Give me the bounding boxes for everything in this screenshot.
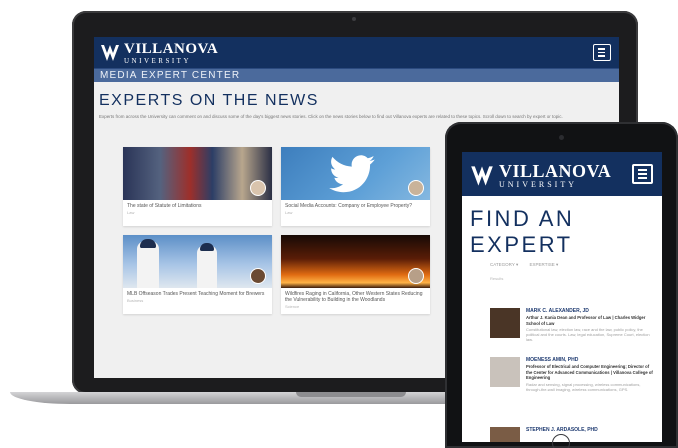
news-meta: Law — [127, 210, 135, 215]
news-caption: MLB Offseason Trades Present Teaching Mo… — [127, 291, 265, 297]
expert-photo — [490, 308, 520, 338]
logo-subtext: UNIVERSITY — [124, 56, 191, 65]
villanova-v-icon — [101, 45, 119, 61]
news-card[interactable]: The state of Statute of Limitations Law — [123, 147, 272, 226]
news-card[interactable]: MLB Offseason Trades Present Teaching Mo… — [123, 235, 272, 314]
news-card-grid: The state of Statute of Limitations Law … — [123, 147, 453, 322]
tablet-home-button[interactable] — [552, 434, 570, 448]
tablet-screen: VILLANOVA UNIVERSITY FIND AN EXPERT CATE… — [462, 152, 662, 442]
expert-avatar — [408, 180, 424, 196]
news-thumbnail — [281, 147, 430, 200]
section-subbar: MEDIA EXPERT CENTER — [94, 69, 619, 82]
expert-role: Arthur J. Kania Dean and Professor of La… — [526, 315, 646, 326]
news-meta: Science — [285, 304, 300, 309]
villanova-logo[interactable]: VILLANOVA UNIVERSITY — [100, 40, 219, 65]
expert-name[interactable]: MARK C. ALEXANDER, JD — [526, 308, 654, 314]
expert-blurb: Constitutional law, election law, race a… — [526, 327, 650, 342]
category-filter[interactable]: CATEGORY ▾ — [490, 262, 518, 267]
villanova-v-icon — [471, 165, 493, 186]
expert-avatar — [408, 268, 424, 284]
news-thumbnail — [281, 235, 430, 288]
filter-bar: CATEGORY ▾ EXPERTISE ▾ — [462, 258, 662, 268]
news-meta: Business — [127, 298, 144, 303]
intro-text: Experts from across the University can c… — [99, 114, 563, 119]
expert-photo — [490, 357, 520, 387]
expert-name[interactable]: STEPHEN J. ARDASOLE, PHD — [526, 427, 654, 433]
news-meta: Law — [285, 210, 293, 215]
tablet-logo-subtext: UNIVERSITY — [499, 180, 577, 189]
expertise-filter[interactable]: EXPERTISE ▾ — [530, 262, 559, 267]
page-title: EXPERTS ON THE NEWS — [99, 92, 319, 109]
news-card[interactable]: Social Media Accounts: Company or Employ… — [281, 147, 430, 226]
news-card[interactable]: Wildfires Raging in California, Other We… — [281, 235, 430, 314]
logo-wordmark: VILLANOVA — [124, 40, 219, 57]
menu-button[interactable] — [593, 44, 611, 61]
news-thumbnail — [123, 147, 272, 200]
tablet-camera — [559, 135, 564, 140]
tablet-frame: VILLANOVA UNIVERSITY FIND AN EXPERT CATE… — [445, 122, 678, 448]
results-label: Results — [490, 276, 504, 281]
twitter-bird-icon — [329, 155, 375, 193]
expert-blurb: Radar and sensing, signal processing, wi… — [526, 381, 641, 392]
site-header: VILLANOVA UNIVERSITY — [94, 37, 619, 69]
news-caption: The state of Statute of Limitations — [127, 203, 202, 209]
laptop-notch — [296, 392, 406, 397]
news-caption: Wildfires Raging in California, Other We… — [285, 291, 423, 303]
expert-avatar — [250, 268, 266, 284]
news-thumbnail — [123, 235, 272, 288]
laptop-camera — [352, 17, 356, 21]
expert-name[interactable]: MOENESS AMIN, PHD — [526, 357, 654, 363]
find-expert-title: FIND AN EXPERT — [470, 206, 575, 257]
expert-photo — [490, 427, 520, 442]
expert-avatar — [250, 180, 266, 196]
tablet-header: VILLANOVA UNIVERSITY — [462, 152, 662, 196]
tablet-menu-button[interactable] — [632, 164, 653, 184]
news-caption: Social Media Accounts: Company or Employ… — [285, 203, 413, 209]
tablet-villanova-logo[interactable]: VILLANOVA UNIVERSITY — [470, 162, 611, 189]
expert-role: Professor of Electrical and Computer Eng… — [526, 364, 653, 380]
tablet-logo-wordmark: VILLANOVA — [499, 161, 612, 181]
